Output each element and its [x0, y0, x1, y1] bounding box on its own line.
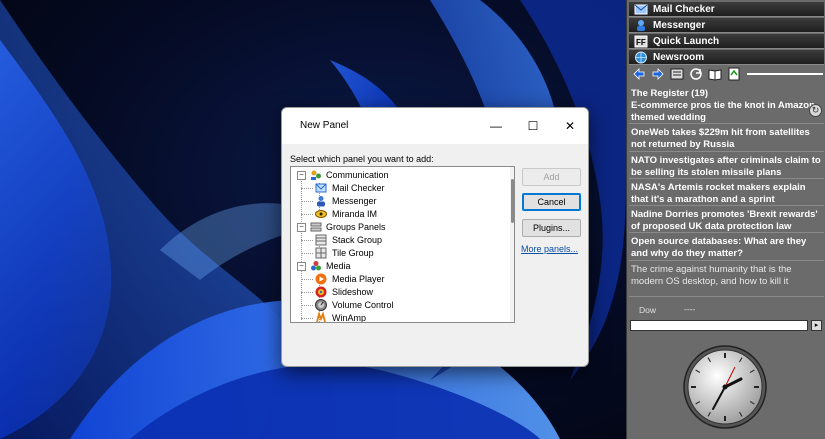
tree-connector: [301, 188, 313, 189]
tree-connector: [301, 318, 313, 319]
slideshow-icon: [315, 286, 327, 298]
panel-header-label: Quick Launch: [653, 36, 720, 47]
close-button[interactable]: ✕: [560, 116, 580, 136]
news-feed-title[interactable]: The Register (19): [631, 88, 821, 100]
news-item[interactable]: Nadine Dorries promotes 'Brexit rewards'…: [631, 209, 821, 232]
news-item[interactable]: E-commerce pros tie the knot in Amazon-t…: [631, 100, 821, 123]
dialog-prompt: Select which panel you want to add:: [290, 154, 434, 164]
tile-group-icon: [315, 247, 327, 259]
go-button[interactable]: ▸: [811, 320, 822, 331]
news-item[interactable]: NASA's Artemis rocket makers explain tha…: [631, 182, 821, 205]
newsroom-slider[interactable]: [747, 73, 823, 75]
newsroom-toolbar: [629, 66, 824, 82]
tree-connector: [301, 253, 313, 254]
forward-arrow-icon[interactable]: [650, 66, 666, 82]
tree-node-label: Groups Panels: [326, 222, 386, 232]
tree-node-label: Stack Group: [332, 235, 383, 245]
globe-icon: [635, 51, 647, 64]
tree-node-label: Mail Checker: [332, 183, 385, 193]
communication-icon: [311, 170, 321, 180]
tree-node-label: Miranda IM: [332, 209, 378, 219]
tree-node-label: WinAmp: [332, 313, 367, 323]
panel-tree[interactable]: − Communication Mail Checker Messenger M…: [290, 166, 515, 323]
cancel-button[interactable]: Cancel: [522, 193, 581, 211]
new-panel-dialog: New Panel — ☐ ✕ Select which panel you w…: [281, 107, 589, 367]
collapse-toggle[interactable]: −: [297, 262, 306, 271]
refresh-icon[interactable]: [688, 66, 704, 82]
back-arrow-icon[interactable]: [631, 66, 647, 82]
news-item[interactable]: OneWeb takes $229m hit from satellites n…: [631, 127, 821, 150]
dialog-titlebar[interactable]: New Panel — ☐ ✕: [282, 108, 588, 144]
volume-control-icon: [315, 299, 327, 311]
panel-header-newsroom[interactable]: Newsroom: [629, 50, 824, 65]
miranda-icon: [315, 210, 327, 218]
divider: [629, 123, 824, 124]
tree-node-label: Volume Control: [332, 300, 394, 310]
panel-header-label: Newsroom: [653, 52, 705, 63]
divider: [629, 260, 824, 261]
panel-header-messenger[interactable]: Messenger: [629, 18, 824, 33]
add-button[interactable]: Add: [522, 168, 581, 186]
divider: [629, 178, 824, 179]
tree-node-label: Media: [326, 261, 351, 271]
maximize-button[interactable]: ☐: [523, 116, 543, 136]
tree-connector: [301, 292, 313, 293]
divider: [629, 151, 824, 152]
tree-node-label: Slideshow: [332, 287, 374, 297]
news-item[interactable]: Open source databases: What are they and…: [631, 236, 821, 259]
divider: [629, 205, 824, 206]
panel-header-label: Messenger: [653, 20, 706, 31]
tree-connector: [301, 240, 313, 241]
tree-connector: [301, 177, 302, 320]
panel-header-quick-launch[interactable]: FF Quick Launch: [629, 34, 824, 49]
plugins-button[interactable]: Plugins...: [522, 219, 581, 237]
tree-connector: [301, 305, 313, 306]
divider: [629, 232, 824, 233]
news-item[interactable]: NATO investigates after criminals claim …: [631, 155, 821, 178]
stock-label: Dow: [639, 305, 657, 315]
groups-panels-icon: [310, 222, 322, 232]
svg-text:FF: FF: [636, 38, 646, 47]
winamp-icon: [316, 312, 326, 322]
dialog-title: New Panel: [300, 120, 349, 131]
tree-scrollbar[interactable]: [510, 167, 514, 322]
stack-group-icon: [315, 234, 327, 246]
mail-checker-icon: [315, 183, 327, 193]
tree-node-label: Communication: [326, 170, 389, 180]
sidebar-text-input[interactable]: [630, 320, 808, 331]
more-panels-link[interactable]: More panels...: [521, 244, 578, 254]
minimize-button[interactable]: —: [486, 116, 506, 136]
book-icon[interactable]: [707, 66, 723, 82]
tree-connector: [301, 279, 313, 280]
collapse-toggle[interactable]: −: [297, 171, 306, 180]
mail-icon: [634, 4, 648, 15]
tree-connector: [301, 201, 313, 202]
messenger-icon: [317, 196, 325, 207]
tree-scrollbar-thumb[interactable]: [511, 179, 514, 223]
panel-header-label: Mail Checker: [653, 4, 715, 15]
stock-value: ----: [684, 304, 696, 314]
tree-connector: [301, 214, 313, 215]
analog-clock: [683, 345, 767, 429]
feeds-icon[interactable]: [669, 66, 685, 82]
panel-header-mail-checker[interactable]: Mail Checker: [629, 2, 824, 17]
messenger-icon: [637, 20, 645, 31]
media-icon: [311, 261, 321, 271]
news-item[interactable]: The crime against humanity that is the m…: [631, 264, 821, 287]
media-player-icon: [315, 273, 327, 285]
quick-launch-icon: FF: [634, 35, 648, 48]
news-scroll-button[interactable]: ↻: [809, 104, 822, 117]
divider: [629, 296, 824, 297]
tree-node-label: Media Player: [332, 274, 385, 284]
collapse-toggle[interactable]: −: [297, 223, 306, 232]
tree-node-label: Messenger: [332, 196, 377, 206]
tree-node-label: Tile Group: [332, 248, 374, 258]
recycle-icon[interactable]: [726, 66, 742, 82]
